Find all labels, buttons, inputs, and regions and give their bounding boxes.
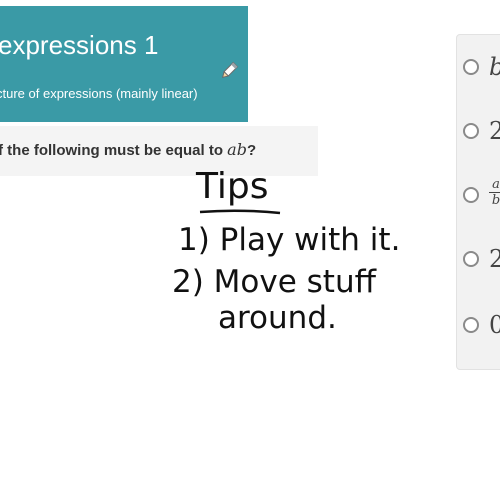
choice-label: 2 (489, 117, 500, 145)
choice-4[interactable]: 2 (457, 241, 500, 281)
fraction-denominator: b (491, 193, 500, 208)
question-suffix: ? (246, 142, 257, 159)
choice-5[interactable]: 0 (457, 307, 500, 347)
radio-button[interactable] (463, 251, 479, 267)
question-prefix: f the following must be equal to (0, 142, 228, 159)
choice-fraction: a b (489, 177, 500, 208)
choice-label: b (489, 53, 500, 81)
question-variable: ab (227, 140, 247, 159)
choice-3[interactable]: a b (457, 177, 500, 217)
answer-choices-panel: b 2 a b 2 0 (456, 34, 500, 370)
radio-button[interactable] (463, 59, 479, 75)
question-bar: f the following must be equal to ab? (0, 126, 318, 176)
exercise-subtitle: cture of expressions (mainly linear) (0, 86, 198, 101)
exercise-header: expressions 1 cture of expressions (main… (0, 6, 248, 122)
question-text: f the following must be equal to ab? (0, 140, 256, 159)
exercise-title: expressions 1 (0, 30, 159, 60)
pencil-icon[interactable] (218, 60, 240, 82)
tip-2-continued: around. (218, 300, 337, 336)
radio-button[interactable] (463, 317, 479, 333)
choice-2[interactable]: 2 (457, 113, 500, 153)
tips-underline (199, 209, 281, 215)
choice-1[interactable]: b (457, 49, 500, 89)
tip-1: 1) Play with it. (178, 222, 401, 258)
tip-2: 2) Move stuff (172, 264, 376, 300)
radio-button[interactable] (463, 123, 479, 139)
fraction-numerator: a (489, 177, 500, 193)
choice-label: 2 (489, 245, 500, 273)
radio-button[interactable] (463, 187, 479, 203)
choice-label: 0 (489, 311, 500, 339)
